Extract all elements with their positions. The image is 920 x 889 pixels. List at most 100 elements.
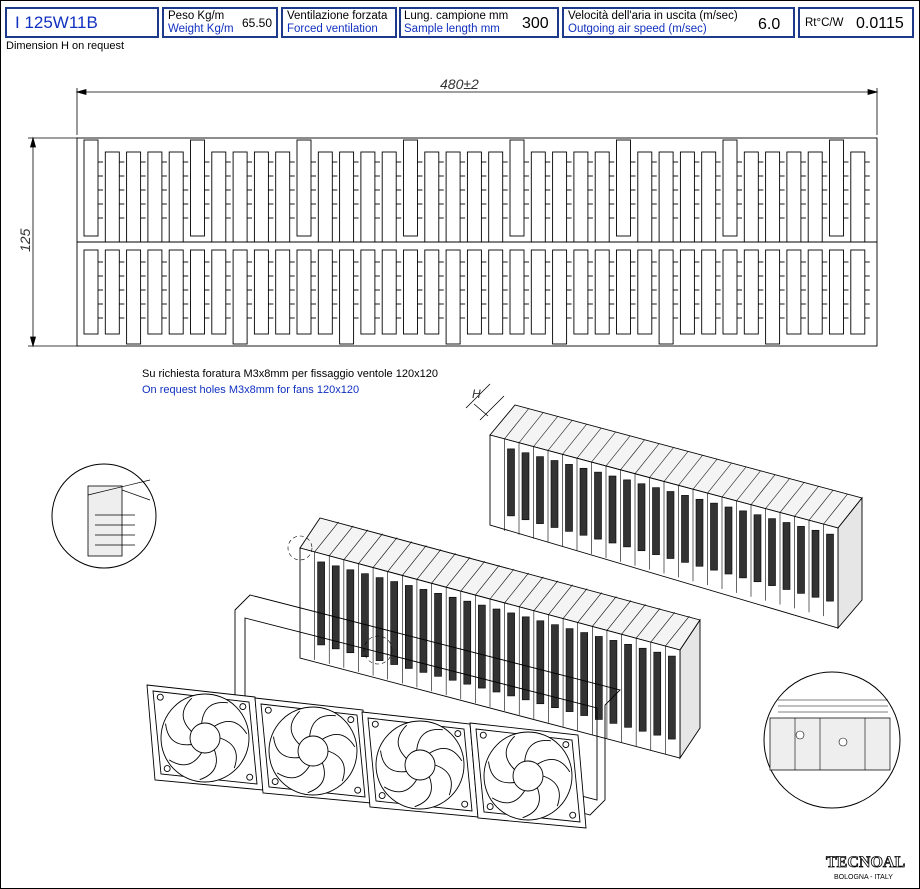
fin-lower bbox=[616, 249, 631, 335]
fin-upper bbox=[360, 151, 376, 243]
tecnoal-logo: TECNOAL BOLOGNA - ITALY bbox=[826, 854, 906, 881]
iso-fin-slot bbox=[375, 577, 384, 661]
fin-lower bbox=[530, 249, 546, 335]
width-dimension bbox=[75, 88, 879, 135]
fan-screw-hole bbox=[461, 800, 469, 808]
fin-lower bbox=[488, 249, 504, 335]
iso-fin-slot bbox=[623, 479, 631, 548]
fin-upper bbox=[339, 151, 355, 243]
fin-lower bbox=[104, 249, 120, 335]
fin-lower bbox=[573, 249, 589, 335]
fin-upper bbox=[83, 139, 99, 237]
fin-upper bbox=[168, 151, 184, 243]
fin-lower bbox=[403, 249, 418, 335]
iso-fin-slot bbox=[710, 502, 718, 571]
fin-lower bbox=[275, 249, 291, 335]
iso-fin-slot bbox=[317, 561, 325, 646]
logo-text: TECNOAL bbox=[826, 854, 905, 871]
fin-upper bbox=[552, 151, 568, 243]
iso-fin-slot bbox=[609, 640, 618, 724]
fin-upper bbox=[509, 139, 525, 237]
fin-upper bbox=[637, 151, 653, 243]
iso-fin-slot bbox=[666, 491, 675, 559]
iso-fin-slot bbox=[768, 518, 776, 586]
fin-lower bbox=[743, 249, 759, 335]
iso-fin-slot bbox=[595, 636, 603, 720]
iso-fin-slot bbox=[782, 522, 791, 590]
iso-fin-slot bbox=[419, 589, 428, 673]
iso-fin-slot bbox=[695, 498, 704, 567]
fin-lower bbox=[722, 249, 738, 335]
iso-fin-slot bbox=[434, 593, 442, 677]
fin-upper bbox=[232, 151, 248, 243]
fin-lower bbox=[339, 249, 355, 345]
fin-lower bbox=[445, 249, 461, 345]
fin-lower bbox=[637, 249, 653, 335]
fin-lower bbox=[211, 249, 227, 335]
fin-upper bbox=[722, 139, 738, 237]
iso-fin-slot bbox=[652, 487, 660, 555]
fin-lower bbox=[424, 249, 440, 335]
fin-upper bbox=[190, 139, 205, 237]
fin-upper bbox=[381, 151, 397, 243]
fin-upper bbox=[211, 151, 227, 243]
fin-upper bbox=[317, 151, 333, 243]
fin-lower bbox=[807, 249, 823, 335]
fin-upper bbox=[253, 151, 269, 243]
fin-lower bbox=[190, 249, 205, 335]
iso-fin-slot bbox=[565, 464, 573, 532]
fan-screw-hole bbox=[371, 720, 379, 728]
detail-circle-right bbox=[763, 671, 901, 809]
iso-fin-slot bbox=[565, 628, 574, 712]
iso-fin-slot bbox=[492, 608, 501, 693]
fin-lower bbox=[360, 249, 376, 335]
iso-fin-slot bbox=[579, 467, 588, 536]
fin-upper bbox=[530, 151, 546, 243]
iso-fin-slot bbox=[521, 452, 530, 521]
fin-upper bbox=[275, 151, 291, 243]
fan bbox=[146, 684, 264, 791]
fin-upper bbox=[829, 139, 844, 237]
fin-lower bbox=[509, 249, 525, 335]
iso-fin-slot bbox=[668, 655, 676, 740]
detail-circle-left bbox=[51, 463, 157, 569]
iso-fin-slot bbox=[797, 526, 805, 594]
iso-fin-slot bbox=[594, 471, 602, 540]
fin-lower bbox=[168, 249, 184, 335]
fin-upper bbox=[616, 139, 631, 237]
fin-lower bbox=[701, 249, 717, 335]
fan-screw-hole bbox=[562, 741, 570, 749]
fan-screw-hole bbox=[454, 730, 462, 738]
heatsink-profile bbox=[76, 137, 878, 347]
fin-upper bbox=[104, 151, 120, 243]
fin-upper bbox=[466, 151, 482, 243]
iso-fin-slot bbox=[681, 495, 689, 563]
iso-fin-slot bbox=[478, 604, 486, 689]
fin-lower bbox=[594, 249, 610, 335]
fan-screw-hole bbox=[479, 731, 487, 739]
fin-lower bbox=[829, 249, 844, 335]
iso-fin-slot bbox=[724, 506, 733, 575]
fin-lower bbox=[658, 249, 674, 345]
fin-upper bbox=[488, 151, 504, 243]
iso-fin-slot bbox=[507, 448, 515, 517]
fin-upper bbox=[765, 151, 781, 243]
fan-screw-hole bbox=[246, 773, 254, 781]
fin-upper bbox=[403, 139, 418, 237]
fin-lower bbox=[317, 249, 333, 335]
fin-upper bbox=[594, 151, 610, 243]
fan-screw-hole bbox=[486, 803, 494, 810]
fan-screw-hole bbox=[271, 778, 279, 785]
fin-lower bbox=[126, 249, 142, 345]
iso-fin-slot bbox=[448, 596, 457, 681]
fan-screw-hole bbox=[354, 786, 362, 794]
iso-fin-slot bbox=[753, 514, 762, 583]
fin-lower bbox=[232, 249, 248, 345]
fin-upper bbox=[573, 151, 589, 243]
fan-screw-hole bbox=[347, 716, 355, 724]
fin-upper bbox=[147, 151, 163, 243]
iso-fin-slot bbox=[624, 644, 632, 728]
fin-lower bbox=[679, 249, 695, 335]
fan-screw-hole bbox=[264, 706, 272, 714]
fan-screw-hole bbox=[163, 765, 171, 772]
